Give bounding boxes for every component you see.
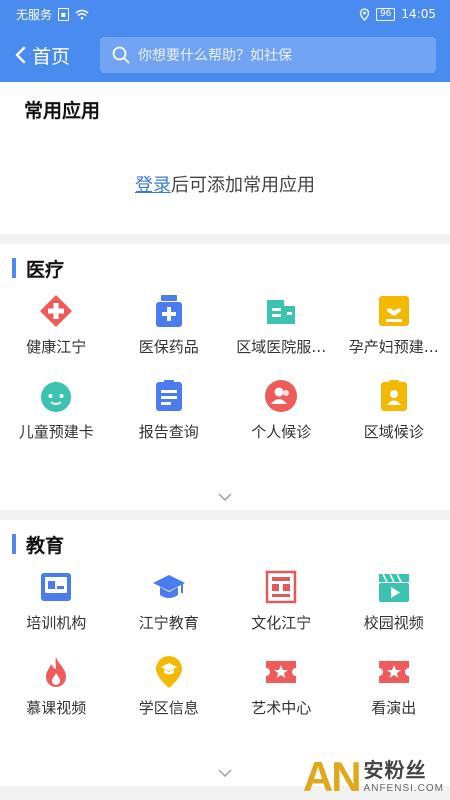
app-label: 培训机构 [26, 614, 87, 632]
app-label: 校园视频 [363, 614, 424, 632]
watermark-cn: 安粉丝 [363, 758, 427, 782]
watermark-text: 安粉丝 ANFENSI.COM [364, 754, 444, 794]
app-campus-video[interactable]: 校园视频 [338, 570, 450, 633]
app-culture-jiangning[interactable]: 文化江宁 [225, 570, 338, 633]
watermark-en: ANFENSI.COM [363, 783, 444, 794]
education-section: 教育 培训机构 江宁教育 文化江宁 校园视频 慕课视频 学区信息 艺术中心 看演… [0, 520, 450, 786]
nav-bar: 首页 你想要什么帮助？如社保 [0, 28, 450, 82]
app-watch-shows[interactable]: 看演出 [338, 655, 450, 718]
app-label: 健康江宁 [26, 338, 87, 356]
watermark-logo: AN 安粉丝 ANFENSI.COM [303, 754, 444, 798]
regional-queue-icon [377, 379, 411, 413]
art-ticket-icon [264, 655, 298, 689]
app-label: 区域候诊 [363, 423, 424, 441]
battery-icon: 96 [375, 7, 396, 21]
app-label: 个人候诊 [251, 423, 312, 441]
search-placeholder: 你想要什么帮助？如社保 [138, 48, 292, 64]
personal-queue-icon [264, 379, 298, 413]
app-art-center[interactable]: 艺术中心 [225, 655, 338, 718]
frequent-tip-text: 后可添加常用应用 [171, 175, 315, 196]
section-accent-bar [12, 258, 16, 278]
app-report-query[interactable]: 报告查询 [113, 379, 226, 442]
app-child-card[interactable]: 儿童预建卡 [0, 379, 113, 442]
expand-chevron-icon[interactable] [217, 768, 233, 778]
frequent-apps-tip: 登录后可添加常用应用 [24, 171, 426, 197]
app-regional-hospital[interactable]: 区域医院服… [225, 294, 338, 357]
app-label: 看演出 [371, 699, 417, 717]
chevron-left-icon [15, 46, 26, 64]
medical-section: 医疗 健康江宁 医保药品 区域医院服… 孕产妇预建… 儿童预建卡 报告查询 个人… [0, 244, 450, 510]
app-school-district-info[interactable]: 学区信息 [113, 655, 226, 718]
app-label: 慕课视频 [26, 699, 87, 717]
section-accent-bar [12, 534, 16, 554]
location-icon [359, 7, 370, 21]
app-label: 报告查询 [138, 423, 199, 441]
frequent-apps-title: 常用应用 [24, 100, 101, 122]
app-label: 医保药品 [138, 338, 199, 356]
carrier-label: 无服务 [16, 7, 53, 22]
app-label: 江宁教育 [138, 614, 199, 632]
back-button[interactable]: 首页 [14, 42, 100, 69]
app-mooc-video[interactable]: 慕课视频 [0, 655, 113, 718]
sim-icon: ▪ [58, 7, 70, 21]
app-training-institutions[interactable]: 培训机构 [0, 570, 113, 633]
medical-section-header: 医疗 [0, 256, 450, 281]
frequent-apps-card: 常用应用 登录后可添加常用应用 [0, 82, 450, 234]
location-pin-icon [152, 655, 186, 689]
hospital-card-icon [264, 294, 298, 328]
search-input[interactable]: 你想要什么帮助？如社保 [100, 37, 436, 73]
app-medical-insurance-drugs[interactable]: 医保药品 [113, 294, 226, 357]
app-health-jiangning[interactable]: 健康江宁 [0, 294, 113, 357]
wifi-icon [75, 9, 89, 19]
app-regional-queue[interactable]: 区域候诊 [338, 379, 450, 442]
app-label: 学区信息 [138, 699, 199, 717]
flame-icon [39, 655, 73, 689]
back-label: 首页 [32, 45, 71, 68]
status-bar: 无服务 ▪ 96 14:05 [0, 0, 450, 28]
app-personal-queue[interactable]: 个人候诊 [225, 379, 338, 442]
graduation-cap-icon [152, 570, 186, 604]
show-ticket-icon [377, 655, 411, 689]
culture-seal-icon [264, 570, 298, 604]
app-label: 艺术中心 [251, 699, 312, 717]
app-label: 儿童预建卡 [18, 423, 94, 441]
medical-grid: 健康江宁 医保药品 区域医院服… 孕产妇预建… 儿童预建卡 报告查询 个人候诊 [0, 294, 450, 442]
app-label: 文化江宁 [251, 614, 312, 632]
video-clapper-icon [377, 570, 411, 604]
medicine-bottle-icon [152, 294, 186, 328]
app-maternal-card[interactable]: 孕产妇预建… [338, 294, 450, 357]
child-face-icon [39, 379, 73, 413]
app-label: 区域医院服… [236, 338, 327, 356]
health-cross-icon [39, 294, 73, 328]
education-section-title: 教育 [26, 534, 65, 557]
education-grid: 培训机构 江宁教育 文化江宁 校园视频 慕课视频 学区信息 艺术中心 看演出 [0, 570, 450, 718]
medical-section-title: 医疗 [26, 258, 65, 281]
app-jiangning-education[interactable]: 江宁教育 [113, 570, 226, 633]
education-section-header: 教育 [0, 532, 450, 557]
status-right: 96 14:05 [359, 7, 436, 21]
maternal-card-icon [377, 294, 411, 328]
report-list-icon [152, 379, 186, 413]
search-icon [112, 46, 130, 64]
training-board-icon [39, 570, 73, 604]
login-link[interactable]: 登录 [135, 175, 171, 196]
clock: 14:05 [401, 7, 436, 21]
app-label: 孕产妇预建… [348, 338, 439, 356]
expand-chevron-icon[interactable] [217, 492, 233, 502]
status-left: 无服务 ▪ [16, 6, 89, 23]
watermark-an: AN [302, 753, 362, 800]
